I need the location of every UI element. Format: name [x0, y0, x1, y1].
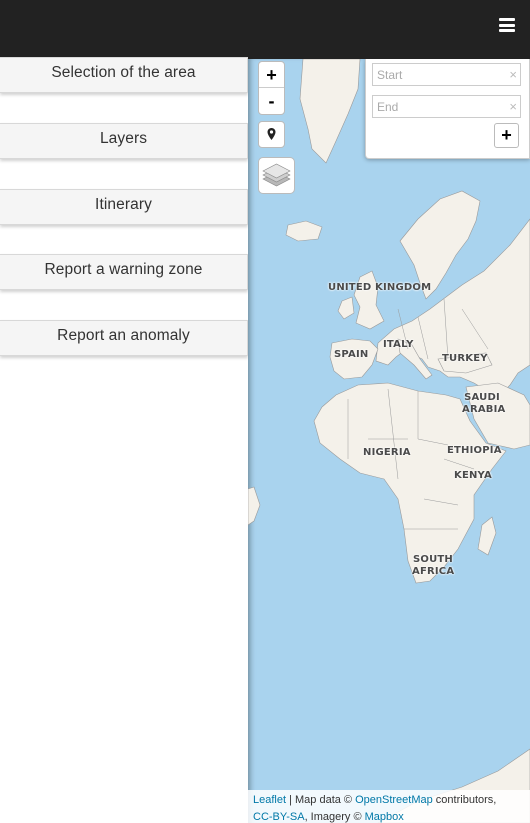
add-waypoint-button[interactable]: + [494, 123, 519, 148]
country-label: SOUTH AFRICA [412, 554, 455, 577]
top-navbar [0, 0, 530, 59]
attribution-text: contributors, [432, 794, 497, 806]
openstreetmap-link[interactable]: OpenStreetMap [355, 794, 433, 806]
map-view[interactable]: UNITED KINGDOM SPAIN ITALY TURKEY SAUDI … [248, 59, 530, 823]
country-label: KENYA [454, 470, 492, 481]
zoom-in-button[interactable]: + [259, 62, 284, 88]
end-input[interactable] [373, 96, 520, 117]
country-label: ITALY [383, 339, 414, 350]
start-input[interactable] [373, 64, 520, 85]
selection-area-button[interactable]: Selection of the area [0, 57, 248, 93]
start-field: × [372, 63, 521, 86]
end-field: × [372, 95, 521, 118]
country-label: ETHIOPIA [447, 445, 502, 456]
map-attribution: Leaflet | Map data © OpenStreetMap contr… [248, 790, 530, 823]
layers-button[interactable]: Layers [0, 123, 248, 159]
layers-control-button[interactable] [258, 157, 295, 194]
sidebar: Selection of the area Layers Itinerary R… [0, 57, 248, 823]
clear-start-icon[interactable]: × [509, 68, 517, 82]
country-label: SAUDI ARABIA [462, 392, 506, 415]
locate-button[interactable] [258, 121, 285, 148]
hamburger-menu-icon[interactable] [499, 18, 515, 32]
routing-panel: × × + [365, 59, 530, 159]
layers-icon [262, 163, 291, 187]
attribution-text: , Imagery © [304, 811, 365, 823]
country-label: NIGERIA [363, 447, 411, 458]
zoom-out-button[interactable]: - [259, 88, 284, 114]
report-anomaly-button[interactable]: Report an anomaly [0, 320, 248, 356]
clear-end-icon[interactable]: × [509, 100, 517, 114]
attribution-text: | Map data © [286, 794, 356, 806]
zoom-control: + - [258, 61, 285, 115]
mapbox-link[interactable]: Mapbox [365, 811, 404, 823]
country-label: TURKEY [442, 353, 488, 364]
country-label: SPAIN [334, 349, 369, 360]
map-marker-icon [267, 128, 276, 140]
leaflet-link[interactable]: Leaflet [253, 794, 286, 806]
itinerary-button[interactable]: Itinerary [0, 189, 248, 225]
license-link[interactable]: CC-BY-SA [253, 811, 305, 823]
report-warning-zone-button[interactable]: Report a warning zone [0, 254, 248, 290]
country-label: UNITED KINGDOM [328, 282, 432, 293]
